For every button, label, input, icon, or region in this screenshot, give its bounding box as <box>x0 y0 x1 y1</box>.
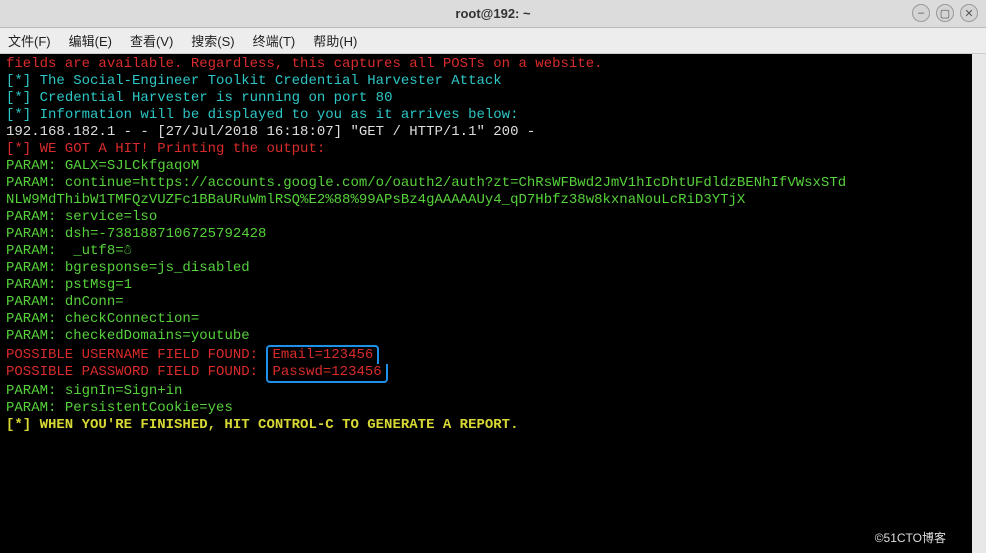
window-controls: – ▢ ✕ <box>912 4 978 22</box>
output-line: PARAM: continue=https://accounts.google.… <box>6 175 966 192</box>
menu-edit[interactable]: 编辑(E) <box>69 31 112 50</box>
output-line: PARAM: checkedDomains=youtube <box>6 328 966 345</box>
menubar: 文件(F) 编辑(E) 查看(V) 搜索(S) 终端(T) 帮助(H) <box>0 28 986 54</box>
output-line: PARAM: _utf8=☃ <box>6 243 966 260</box>
output-line: PARAM: PersistentCookie=yes <box>6 400 966 417</box>
maximize-button[interactable]: ▢ <box>936 4 954 22</box>
output-line: NLW9MdThibW1TMFQzVUZFc1BBaURuWmlRSQ%E2%8… <box>6 192 966 209</box>
output-line: PARAM: dnConn= <box>6 294 966 311</box>
titlebar: root@192: ~ – ▢ ✕ <box>0 0 986 28</box>
output-line: PARAM: checkConnection= <box>6 311 966 328</box>
highlight-box-bottom: Passwd=123456 <box>266 364 387 383</box>
output-line: [*] The Social-Engineer Toolkit Credenti… <box>6 73 966 90</box>
watermark: ©51CTO博客 <box>869 528 952 549</box>
output-line: [*] WHEN YOU'RE FINISHED, HIT CONTROL-C … <box>6 417 966 434</box>
output-line: PARAM: bgresponse=js_disabled <box>6 260 966 277</box>
output-line: PARAM: dsh=-7381887106725792428 <box>6 226 966 243</box>
output-line: [*] Information will be displayed to you… <box>6 107 966 124</box>
maximize-icon: ▢ <box>940 7 950 20</box>
terminal-content[interactable]: fields are available. Regardless, this c… <box>0 54 986 553</box>
terminal-window: root@192: ~ – ▢ ✕ 文件(F) 编辑(E) 查看(V) 搜索(S… <box>0 0 986 553</box>
output-line: PARAM: service=lso <box>6 209 966 226</box>
output-line: PARAM: GALX=SJLCkfgaqoM <box>6 158 966 175</box>
close-button[interactable]: ✕ <box>960 4 978 22</box>
menu-search[interactable]: 搜索(S) <box>191 31 234 50</box>
menu-file[interactable]: 文件(F) <box>8 31 51 50</box>
output-line: PARAM: pstMsg=1 <box>6 277 966 294</box>
output-line: fields are available. Regardless, this c… <box>6 56 966 73</box>
menu-view[interactable]: 查看(V) <box>130 31 173 50</box>
highlight-box-top: Email=123456 <box>266 345 379 364</box>
close-icon: ✕ <box>964 7 973 20</box>
output-line: 192.168.182.1 - - [27/Jul/2018 16:18:07]… <box>6 124 966 141</box>
output-line: [*] Credential Harvester is running on p… <box>6 90 966 107</box>
output-line: [*] WE GOT A HIT! Printing the output: <box>6 141 966 158</box>
menu-help[interactable]: 帮助(H) <box>313 31 357 50</box>
credential-password-line: POSSIBLE PASSWORD FIELD FOUND: Passwd=12… <box>6 364 966 383</box>
credential-username-line: POSSIBLE USERNAME FIELD FOUND: Email=123… <box>6 345 966 364</box>
minimize-button[interactable]: – <box>912 4 930 22</box>
minimize-icon: – <box>918 7 924 19</box>
window-title: root@192: ~ <box>455 6 530 21</box>
menu-terminal[interactable]: 终端(T) <box>253 31 296 50</box>
output-line: PARAM: signIn=Sign+in <box>6 383 966 400</box>
